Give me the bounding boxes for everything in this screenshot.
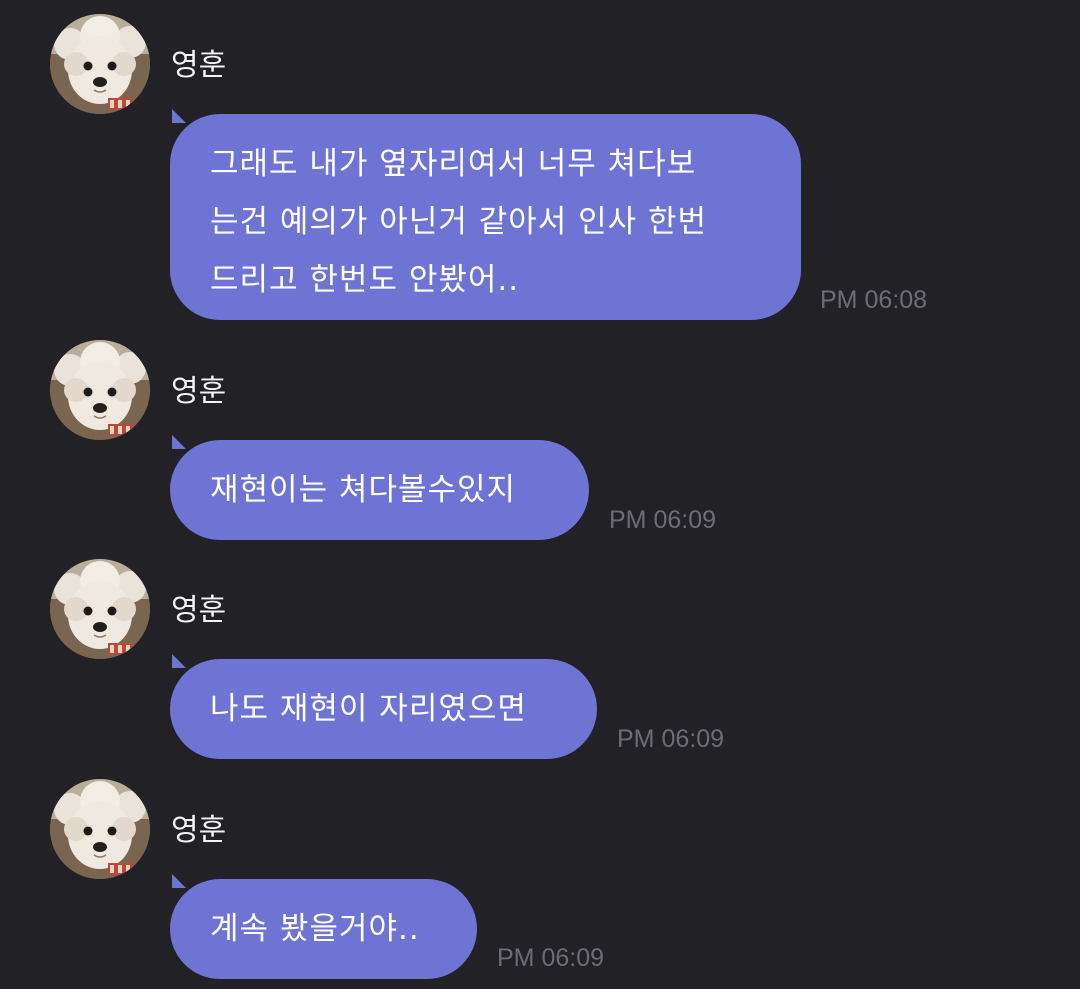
message-text-line: 는건 예의가 아닌거 같아서 인사 한번: [210, 204, 708, 240]
message-text-line: 재현이는 쳐다볼수있지: [210, 472, 517, 508]
puppy-avatar-icon[interactable]: [50, 14, 150, 114]
message-text-line: 그래도 내가 옆자리여서 너무 쳐다보: [210, 146, 697, 182]
message-bubble[interactable]: 계속 봤을거야..: [170, 874, 477, 979]
message-text-line: 계속 봤을거야..: [210, 911, 420, 947]
sender-name[interactable]: 영훈: [171, 813, 226, 849]
puppy-avatar-icon[interactable]: [50, 340, 150, 440]
message-text-line: 드리고 한번도 안봤어..: [210, 262, 520, 298]
message-bubble[interactable]: 재현이는 쳐다볼수있지: [170, 435, 589, 540]
sender-name[interactable]: 영훈: [171, 48, 226, 84]
message-text-line: 나도 재현이 자리였으면: [210, 691, 527, 727]
puppy-avatar-icon[interactable]: [50, 779, 150, 879]
message-timestamp: PM 06:09: [497, 944, 605, 972]
puppy-avatar-icon[interactable]: [50, 559, 150, 659]
message-timestamp: PM 06:09: [609, 506, 717, 534]
sender-name[interactable]: 영훈: [171, 374, 226, 410]
message-bubble[interactable]: 나도 재현이 자리였으면: [170, 654, 597, 759]
sender-name[interactable]: 영훈: [171, 593, 226, 629]
message-bubble[interactable]: 그래도 내가 옆자리여서 너무 쳐다보 는건 예의가 아닌거 같아서 인사 한번…: [170, 109, 801, 320]
message-timestamp: PM 06:09: [617, 725, 725, 753]
message-timestamp: PM 06:08: [820, 286, 928, 314]
